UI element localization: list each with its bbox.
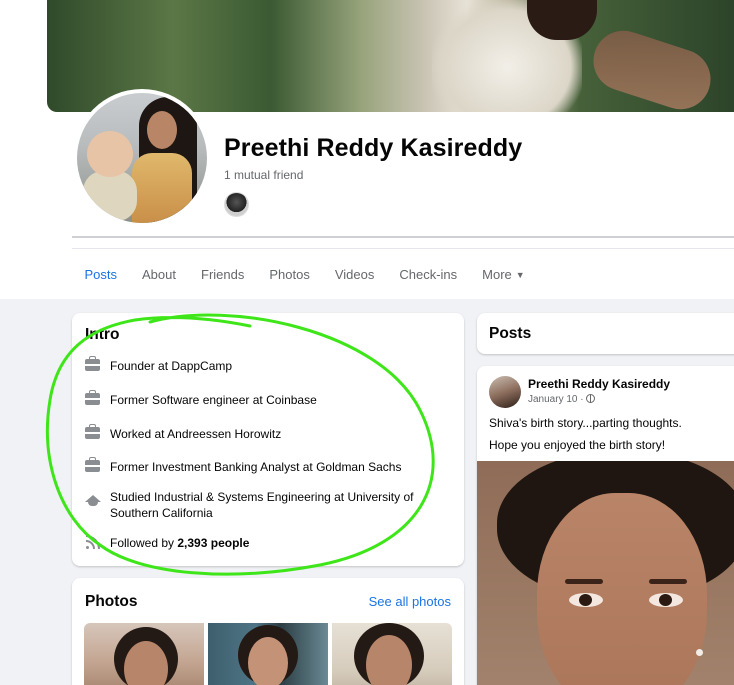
globe-icon [585,394,595,403]
intro-item-text: Worked at Andreessen Horowitz [110,427,282,441]
followers-prefix: Followed by [110,536,175,550]
intro-card: Intro Founder at DappCamp Former Softwar… [72,313,464,566]
posts-header-card: Posts [477,313,734,354]
tab-posts[interactable]: Posts [72,257,130,304]
rss-icon [84,535,101,549]
avatar-saree [132,153,192,223]
thumb-face [248,637,288,685]
post-timestamp[interactable]: January 10 · [528,394,595,405]
posts-title: Posts [489,325,532,342]
post-image-eye [649,593,683,607]
profile-tabs: Posts About Friends Photos Videos Check-… [72,257,538,304]
tab-videos[interactable]: Videos [322,257,387,299]
intro-item-work[interactable]: Founder at DappCamp [84,356,424,374]
tabs-divider [72,248,734,249]
briefcase-icon [84,457,101,473]
briefcase-icon [84,424,101,440]
avatar-baby-body [83,171,137,221]
graduation-cap-icon [84,493,101,507]
intro-item-text: Former Investment Banking Analyst at Gol… [110,460,402,474]
intro-title: Intro [85,326,120,343]
post-author-avatar[interactable] [489,376,521,408]
profile-name: Preethi Reddy Kasireddy [224,134,523,162]
profile-avatar[interactable] [73,89,211,227]
avatar-face [147,111,177,149]
post-image-brow [565,579,603,584]
intro-item-work[interactable]: Worked at Andreessen Horowitz [84,424,424,442]
chevron-down-icon: ▼ [515,270,525,280]
post-image-earring [696,649,703,656]
post-image-brow [649,579,687,584]
intro-item-text: Former Software engineer at Coinbase [110,393,317,407]
intro-item-followers[interactable]: Followed by 2,393 people [84,535,424,551]
post-text-line: Shiva's birth story...parting thoughts. [489,416,682,430]
post-text-line: Hope you enjoyed the birth story! [489,438,666,452]
header-divider [72,236,734,238]
see-all-photos-link[interactable]: See all photos [369,594,451,609]
tab-photos[interactable]: Photos [257,257,322,299]
photos-card: Photos See all photos [72,578,464,685]
photos-title: Photos [85,593,138,610]
tab-friends[interactable]: Friends [189,257,257,299]
tab-more[interactable]: More ▼ [470,257,538,299]
briefcase-icon [84,356,101,372]
followers-count: 2,393 people [177,536,250,550]
photo-thumbnail[interactable] [208,623,328,685]
briefcase-icon [84,390,101,406]
post-image[interactable] [477,461,734,685]
photo-thumbnail[interactable] [332,623,452,685]
tab-more-label: More [482,267,512,282]
cover-photo-arm [585,22,719,112]
post-image-face [537,493,707,685]
tab-check-ins[interactable]: Check-ins [387,257,470,299]
post-image-eye [569,593,603,607]
post-author-name[interactable]: Preethi Reddy Kasireddy [528,377,670,391]
intro-item-work[interactable]: Former Software engineer at Coinbase [84,390,424,408]
profile-avatar-image [77,93,207,223]
photo-thumbnail[interactable] [84,623,204,685]
avatar-baby [87,131,133,177]
mutual-friend-avatar[interactable] [224,192,249,217]
tab-about[interactable]: About [130,257,189,299]
post-date-text: January 10 · [528,394,584,405]
intro-item-text: Studied Industrial & Systems Engineering… [110,490,414,520]
mutual-friends-link[interactable]: 1 mutual friend [224,168,303,182]
intro-item-work[interactable]: Former Investment Banking Analyst at Gol… [84,457,424,475]
post-card: Preethi Reddy Kasireddy January 10 · Shi… [477,366,734,685]
intro-item-education[interactable]: Studied Industrial & Systems Engineering… [84,489,424,521]
intro-item-text: Founder at DappCamp [110,359,233,373]
